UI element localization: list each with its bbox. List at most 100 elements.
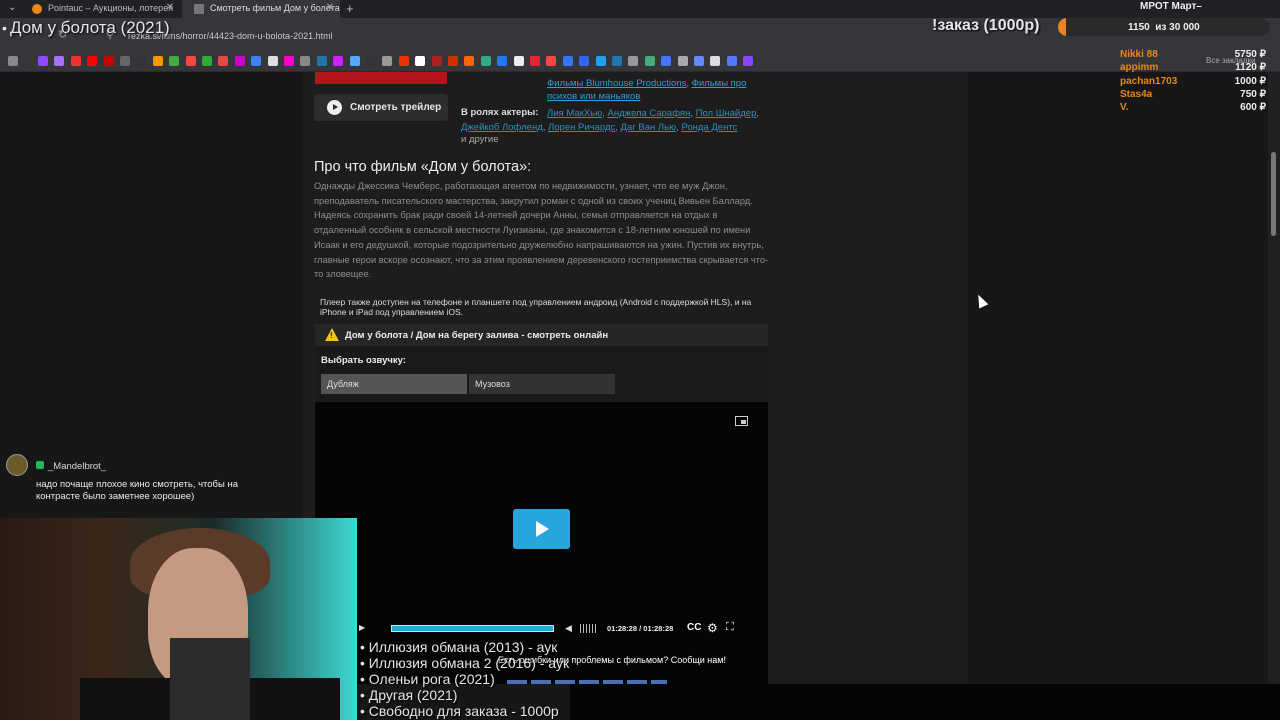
settings-gear-icon[interactable]: ⚙: [707, 621, 718, 635]
bookmark-favicon-icon[interactable]: [743, 56, 754, 66]
actor-link[interactable]: Лорен Ричардс: [548, 122, 615, 133]
bookmark-favicon-icon[interactable]: [464, 56, 475, 66]
bookmark-favicon-icon[interactable]: [480, 56, 491, 66]
mouse-cursor-icon: [973, 292, 989, 309]
chat-text: надо почаще плохое кино смотреть, чтобы …: [36, 479, 238, 502]
bookmarks-bar: Все закладки: [0, 50, 1280, 72]
bookmark-favicon-icon[interactable]: [333, 56, 344, 66]
donor-row: pachan1703 1000 ₽: [1120, 75, 1266, 87]
bookmark-favicon-icon[interactable]: [316, 56, 327, 66]
tab-search-icon[interactable]: ⌄: [8, 2, 16, 13]
bookmark-favicon-icon[interactable]: [87, 56, 98, 66]
new-tab-icon[interactable]: +: [346, 1, 354, 16]
bookmark-favicon-icon[interactable]: [612, 56, 622, 66]
actors-list: Лия МакХью, Анджела Сарафян, Пол Шнайдер…: [461, 108, 759, 133]
donor-row: V. 600 ₽: [1120, 102, 1266, 114]
bookmark-favicon-icon[interactable]: [234, 56, 245, 66]
bookmark-favicon-icon[interactable]: [54, 56, 65, 66]
actor-link[interactable]: Даг Ван Лью: [621, 122, 677, 133]
bookmark-favicon-icon[interactable]: [284, 56, 294, 66]
tab-pointauc[interactable]: Pointauc – Аукционы, лотерея ✕: [20, 0, 180, 18]
subtitles-icon[interactable]: CC: [687, 622, 701, 633]
donor-row: appimm 1120 ₽: [1120, 62, 1266, 74]
apps-icon[interactable]: [8, 56, 18, 66]
bookmark-favicon-icon[interactable]: [300, 56, 311, 66]
bookmark-favicon-icon[interactable]: [513, 56, 524, 66]
collection-links: Фильмы Blumhouse Productions, Фильмы про…: [547, 78, 747, 102]
page-scrollbar[interactable]: [1268, 72, 1280, 684]
volume-slider[interactable]: [580, 624, 598, 633]
donor-row: Nikki 88 5750 ₽: [1120, 49, 1266, 60]
bookmark-favicon-icon[interactable]: [644, 56, 655, 66]
bookmark-favicon-icon[interactable]: [726, 56, 737, 66]
bookmark-favicon-icon[interactable]: [710, 56, 721, 66]
bookmark-favicon-icon[interactable]: [497, 56, 508, 66]
bookmark-favicon-icon[interactable]: [694, 56, 704, 66]
play-button[interactable]: [513, 509, 570, 549]
avatar: [6, 454, 28, 476]
bookmark-favicon-icon[interactable]: [185, 56, 196, 66]
about-title: Про что фильм «Дом у болота»:: [314, 159, 532, 175]
bookmark-favicon-icon[interactable]: [349, 56, 360, 66]
queue-item: Иллюзия обмана (2013) - аук: [360, 639, 569, 655]
play-small-icon[interactable]: ▶: [359, 623, 365, 632]
queue-item: Другая (2021): [360, 687, 569, 703]
fullscreen-icon[interactable]: ⛶: [726, 621, 734, 634]
tab-rezka[interactable]: Смотреть фильм Дом у болота ✕: [182, 0, 340, 18]
volume-icon[interactable]: ◀: [565, 623, 572, 634]
close-tab-icon[interactable]: ✕: [326, 2, 334, 13]
seek-bar[interactable]: [391, 625, 554, 632]
collection-link[interactable]: Фильмы Blumhouse Productions: [547, 78, 686, 89]
donor-row: Stas4a 750 ₽: [1120, 88, 1266, 100]
bookmark-favicon-icon[interactable]: [202, 56, 212, 66]
bookmark-favicon-icon[interactable]: [562, 56, 573, 66]
bookmark-favicon-icon[interactable]: [267, 56, 278, 66]
top-donors: Nikki 88 5750 ₽ appimm 1120 ₽ pachan1703 10…: [1120, 48, 1270, 114]
bookmark-favicon-icon[interactable]: [169, 56, 180, 66]
browser-tabbar: ⌄ Pointauc – Аукционы, лотерея ✕ Смотрет…: [0, 0, 1280, 18]
close-tab-icon[interactable]: ✕: [166, 2, 174, 13]
bookmark-favicon-icon[interactable]: [382, 56, 393, 66]
bookmark-favicon-icon[interactable]: [628, 56, 639, 66]
bookmark-favicon-icon[interactable]: [579, 56, 590, 66]
bookmark-favicon-icon[interactable]: [677, 56, 688, 66]
microphone: [170, 638, 250, 720]
watch-trailer-button[interactable]: Смотреть трейлер: [314, 94, 448, 121]
bookmark-favicon-icon[interactable]: [366, 56, 376, 66]
voiceover-option-muzovoz[interactable]: Музовоз: [469, 374, 615, 394]
bookmark-favicon-icon[interactable]: [120, 56, 130, 66]
bookmark-favicon-icon[interactable]: [398, 56, 409, 66]
bookmark-favicon-icon[interactable]: [251, 56, 262, 66]
queue-item: Иллюзия обмана 2 (2016) - аук: [360, 655, 569, 671]
trailer-label: Смотреть трейлер: [350, 102, 442, 113]
bookmark-favicon-icon[interactable]: [530, 56, 540, 66]
bookmark-favicon-icon[interactable]: [38, 56, 48, 66]
chat-username: _Mandelbrot_: [36, 461, 106, 472]
actor-link[interactable]: Лия МакХью: [547, 108, 602, 119]
actor-link[interactable]: Джейкоб Лофленд: [461, 122, 543, 133]
actor-link[interactable]: Анджела Сарафян: [607, 108, 690, 119]
player-title: Дом у болота / Дом на берегу залива - см…: [345, 330, 609, 341]
scroll-thumb[interactable]: [1271, 152, 1276, 236]
bookmark-favicon-icon[interactable]: [70, 56, 81, 66]
bookmark-favicon-icon[interactable]: [218, 56, 229, 66]
bookmark-favicon-icon[interactable]: [595, 56, 606, 66]
bookmark-favicon-icon[interactable]: [661, 56, 672, 66]
bookmark-favicon-icon[interactable]: [103, 56, 114, 66]
bookmark-favicon-icon[interactable]: [152, 56, 163, 66]
bookmark-favicon-icon[interactable]: [431, 56, 442, 66]
actor-link[interactable]: Пол Шнайдер: [696, 108, 757, 119]
bookmark-favicon-icon[interactable]: [415, 56, 426, 66]
actor-link[interactable]: Ронда Дентс: [681, 122, 737, 133]
webcam-feed: [0, 518, 357, 720]
player-note: Плеер также доступен на телефоне и планш…: [320, 297, 752, 317]
player-controls: ▶ ◀ 01:28:28 / 01:28:28 CC ⚙ ⛶: [355, 621, 755, 636]
bookmark-favicon-icon[interactable]: [546, 56, 557, 66]
bookmark-favicon-icon[interactable]: [136, 56, 147, 66]
tab-label: Смотреть фильм Дом у болота: [210, 3, 340, 13]
bullet-icon: •: [2, 20, 7, 36]
overlay-bar: [570, 684, 1280, 720]
picture-in-picture-icon[interactable]: [735, 416, 748, 426]
voiceover-option-dub[interactable]: Дубляж: [321, 374, 467, 394]
bookmark-favicon-icon[interactable]: [448, 56, 458, 66]
